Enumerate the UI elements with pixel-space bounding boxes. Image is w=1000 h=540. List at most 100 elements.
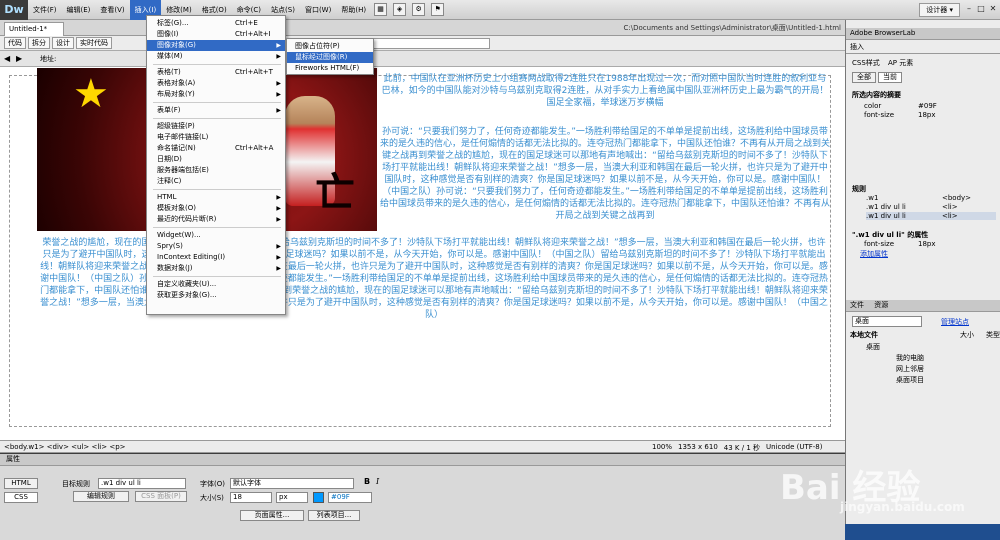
insert-menu-item[interactable]: 最近的代码片断(R) ▶ xyxy=(147,214,285,225)
menu-item-shortcut: Ctrl+E xyxy=(235,19,258,27)
add-property-link[interactable]: 添加属性 xyxy=(860,249,888,259)
prop-value[interactable]: 18px xyxy=(918,240,936,248)
current-tab[interactable]: 当前 xyxy=(878,72,902,83)
insert-menu-item[interactable]: 媒体(M) ▶ xyxy=(147,51,285,62)
design-view-button[interactable]: 设计 xyxy=(52,37,74,49)
split-view-button[interactable]: 拆分 xyxy=(28,37,50,49)
back-icon[interactable]: ◀ xyxy=(4,54,10,63)
forward-icon[interactable]: ▶ xyxy=(16,54,22,63)
layout-icon[interactable]: ▦ xyxy=(374,3,388,16)
window-size[interactable]: 1353 x 610 xyxy=(678,443,718,453)
insert-menu-item[interactable]: 表单(F) ▶ xyxy=(147,105,285,116)
properties-header[interactable]: 属性 xyxy=(0,454,845,466)
close-icon[interactable]: ✕ xyxy=(988,3,998,15)
insert-menu-item[interactable]: 图像(I) Ctrl+Alt+I xyxy=(147,29,285,40)
insert-menu-item[interactable]: Widget(W)... xyxy=(147,230,285,241)
menu-item-label: InContext Editing(I) xyxy=(157,253,226,261)
bold-icon[interactable]: B xyxy=(364,477,370,486)
css-mode-button[interactable]: CSS xyxy=(4,492,38,503)
size-column[interactable]: 大小 xyxy=(960,330,974,340)
workspace-switcher[interactable]: 设计器 ▾ xyxy=(919,3,960,17)
menu-item-label: 注释(C) xyxy=(157,177,182,185)
manage-sites-link[interactable]: 管理站点 xyxy=(941,317,969,327)
color-swatch[interactable] xyxy=(313,492,324,503)
browserlab-header[interactable]: Adobe BrowserLab xyxy=(846,28,1000,40)
tree-network[interactable]: 网上邻居 xyxy=(896,364,924,374)
assets-tab[interactable]: 资源 xyxy=(874,301,888,309)
site-select[interactable]: 桌面 xyxy=(852,316,922,327)
zoom-level[interactable]: 100% xyxy=(652,443,672,453)
list-item-button[interactable]: 列表项目... xyxy=(308,510,360,521)
tree-desktop-items[interactable]: 桌面项目 xyxy=(896,375,924,385)
summary-prop: font-size xyxy=(864,111,895,119)
ap-elements-tab[interactable]: AP 元素 xyxy=(888,58,913,68)
prop-name[interactable]: font-size xyxy=(864,240,894,248)
insert-menu-item[interactable]: 电子邮件链接(L) xyxy=(147,132,285,143)
insert-menu-item[interactable]: 数据对象(J) ▶ xyxy=(147,263,285,274)
insert-menu-item[interactable]: 图像对象(G) ▶ xyxy=(147,40,285,51)
font-select[interactable]: 默认字体 xyxy=(230,478,354,489)
menu-item-shortcut: Ctrl+Alt+T xyxy=(235,68,273,76)
code-view-button[interactable]: 代码 xyxy=(4,37,26,49)
gear-icon[interactable]: ⚙ xyxy=(412,3,426,16)
css-panel-button[interactable]: CSS 面板(P) xyxy=(135,491,187,502)
properties-panel: HTML CSS 目标规则 .w1 div ul li 编辑规则 CSS 面板(… xyxy=(0,466,845,540)
menu-window[interactable]: 窗口(W) xyxy=(300,0,336,20)
submenu-item[interactable]: Fireworks HTML(F) xyxy=(287,63,373,74)
submenu-item[interactable]: 鼠标经过图像(R) xyxy=(287,52,373,63)
insert-menu-item[interactable]: 获取更多对象(G)... xyxy=(147,290,285,301)
submenu-arrow-icon: ▶ xyxy=(276,265,281,272)
tag-selector[interactable]: <body.w1> <div> <ul> <li> <p> xyxy=(4,443,126,451)
rule-selector[interactable]: .w1 xyxy=(866,194,878,202)
unit-select[interactable]: px xyxy=(276,492,308,503)
maximize-icon[interactable]: □ xyxy=(976,3,986,15)
insert-menu-item[interactable]: Spry(S) ▶ xyxy=(147,241,285,252)
css-styles-tab[interactable]: CSS样式 xyxy=(852,58,880,68)
insert-menu-item[interactable]: 超级链接(P) xyxy=(147,121,285,132)
insert-menu-item[interactable]: 自定义收藏夹(U)... xyxy=(147,279,285,290)
insert-menu-item[interactable]: 命名锚记(N) Ctrl+Alt+A xyxy=(147,143,285,154)
submenu-item[interactable]: 图像占位符(P) xyxy=(287,41,373,52)
menu-help[interactable]: 帮助(H) xyxy=(336,0,371,20)
type-column[interactable]: 类型 xyxy=(986,330,1000,340)
files-panel-header: 文件 资源 xyxy=(846,300,1000,312)
html-mode-button[interactable]: HTML xyxy=(4,478,38,489)
encoding: Unicode (UTF-8) xyxy=(766,443,823,451)
insert-menu-item[interactable]: 布局对象(Y) ▶ xyxy=(147,89,285,100)
minimize-icon[interactable]: – xyxy=(964,3,974,15)
color-input[interactable]: #09F xyxy=(328,492,372,503)
extend-icon[interactable]: ◈ xyxy=(393,3,407,16)
rule-tag: <li> xyxy=(942,203,958,211)
insert-menu-item[interactable]: 表格(T) Ctrl+Alt+T xyxy=(147,67,285,78)
site-icon[interactable]: ⚑ xyxy=(431,3,445,16)
insert-menu-item[interactable]: HTML ▶ xyxy=(147,192,285,203)
menu-item-label: 服务器端包括(E) xyxy=(157,166,209,174)
menu-view[interactable]: 查看(V) xyxy=(95,0,129,20)
insert-menu-item[interactable]: 表格对象(A) ▶ xyxy=(147,78,285,89)
size-select[interactable]: 18 xyxy=(230,492,272,503)
target-rule-select[interactable]: .w1 div ul li xyxy=(98,478,186,489)
menu-file[interactable]: 文件(F) xyxy=(28,0,62,20)
rule-selector[interactable]: .w1 div ul li xyxy=(866,203,906,211)
menu-separator xyxy=(153,189,281,190)
all-tab[interactable]: 全部 xyxy=(852,72,876,83)
italic-icon[interactable]: I xyxy=(376,477,379,486)
live-code-button[interactable]: 实时代码 xyxy=(76,37,112,49)
tree-desktop[interactable]: 桌面 xyxy=(866,342,880,352)
insert-menu-item[interactable]: 日期(D) xyxy=(147,154,285,165)
insert-menu-item[interactable]: 注释(C) xyxy=(147,176,285,187)
files-tab[interactable]: 文件 xyxy=(850,301,864,309)
menu-edit[interactable]: 编辑(E) xyxy=(62,0,96,20)
tree-my-computer[interactable]: 我的电脑 xyxy=(896,353,924,363)
rule-selector-selected[interactable]: .w1 div ul li xyxy=(866,212,996,220)
insert-panel-tab[interactable]: 插入 xyxy=(846,42,1000,54)
page-properties-button[interactable]: 页面属性... xyxy=(240,510,304,521)
tab-untitled[interactable]: Untitled-1* xyxy=(4,22,64,36)
insert-menu-item[interactable]: 服务器端包括(E) xyxy=(147,165,285,176)
insert-menu-item[interactable]: 标签(G)... Ctrl+E xyxy=(147,18,285,29)
menu-item-label: 表格(T) xyxy=(157,68,181,76)
insert-menu-item[interactable]: 模板对象(O) ▶ xyxy=(147,203,285,214)
insert-menu-item[interactable]: InContext Editing(I) ▶ xyxy=(147,252,285,263)
star-icon: ★ xyxy=(73,71,109,117)
edit-rule-button[interactable]: 编辑规则 xyxy=(73,491,129,502)
